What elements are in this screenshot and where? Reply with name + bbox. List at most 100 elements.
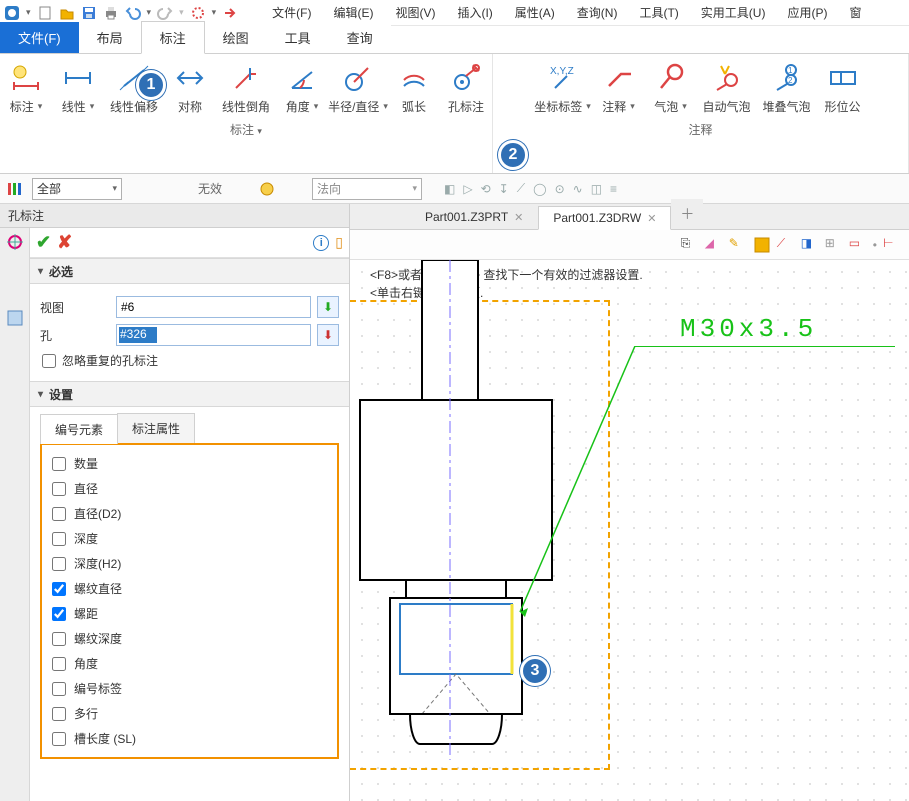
- tb-icon-3[interactable]: ⟲: [481, 182, 491, 196]
- drawing-canvas[interactable]: <F8>或者<Shift-roll> 查找下一个有效的过滤器设置. <单击右键>…: [350, 260, 909, 801]
- rbtn-linchamf[interactable]: 线性倒角: [216, 58, 276, 119]
- tab-tool[interactable]: 工具: [267, 22, 329, 53]
- ignore-duplicate-checkbox[interactable]: [42, 354, 56, 368]
- target-dropdown-icon[interactable]: ▾: [212, 7, 217, 18]
- section-settings[interactable]: 设置: [30, 381, 349, 407]
- rbtn-coord[interactable]: X,Y,Z 坐标标签: [533, 58, 593, 119]
- chk-pitch[interactable]: [52, 607, 66, 621]
- rbtn-angle[interactable]: 角度: [276, 58, 328, 119]
- menu-attr[interactable]: 属性(A): [507, 4, 563, 21]
- chk-dia[interactable]: [52, 482, 66, 496]
- tb-icon-6[interactable]: ◯: [533, 182, 546, 196]
- subtab-element[interactable]: 编号元素: [40, 414, 118, 444]
- cancel-button[interactable]: ✘: [57, 232, 72, 253]
- chk-depth2[interactable]: [52, 557, 66, 571]
- filter-pick-icon[interactable]: [258, 180, 276, 198]
- rbtn-arc[interactable]: 弧长: [388, 58, 440, 119]
- redo-icon[interactable]: [157, 5, 173, 21]
- chk-depth[interactable]: [52, 532, 66, 546]
- vt-eraser-icon[interactable]: ◢: [705, 236, 723, 254]
- target-icon[interactable]: [190, 5, 206, 21]
- menu-app[interactable]: 应用(P): [779, 4, 835, 21]
- vt-box-icon[interactable]: [753, 236, 771, 254]
- doc-tab-new[interactable]: ＋: [671, 199, 703, 229]
- filter-colors-icon[interactable]: [6, 180, 24, 198]
- tb-icon-9[interactable]: ◫: [591, 182, 602, 196]
- tb-icon-5[interactable]: ⟋: [517, 181, 525, 196]
- rbtn-sym[interactable]: 对称: [164, 58, 216, 119]
- chk-angle[interactable]: [52, 657, 66, 671]
- doc-tab-prt[interactable]: Part001.Z3PRT✕: [410, 205, 538, 229]
- chk-qty[interactable]: [52, 457, 66, 471]
- hole-pick-button[interactable]: ⬇: [317, 324, 339, 346]
- vt-icon-1[interactable]: ⎘: [681, 236, 699, 254]
- tb-icon-4[interactable]: ↧: [499, 182, 509, 196]
- vt-icon-6[interactable]: ◨: [801, 236, 819, 254]
- view-pick-button[interactable]: ⬇: [317, 296, 339, 318]
- close-icon[interactable]: ✕: [514, 211, 523, 224]
- menu-query[interactable]: 查询(N): [569, 4, 626, 21]
- chk-multi[interactable]: [52, 707, 66, 721]
- menu-util[interactable]: 实用工具(U): [693, 4, 774, 21]
- save-icon[interactable]: [81, 5, 97, 21]
- chk-slot[interactable]: [52, 732, 66, 746]
- view-input[interactable]: [116, 296, 311, 318]
- rbtn-autobal[interactable]: 自动气泡: [697, 58, 757, 119]
- menu-win[interactable]: 窗: [841, 4, 869, 21]
- print-icon[interactable]: [103, 5, 119, 21]
- menu-edit[interactable]: 编辑(E): [325, 4, 381, 21]
- new-icon[interactable]: [37, 5, 53, 21]
- tab-query[interactable]: 查询: [329, 22, 391, 53]
- tb-icon-8[interactable]: ∿: [573, 182, 583, 196]
- rbtn-note[interactable]: 注释: [593, 58, 645, 119]
- rbtn-dim[interactable]: 标注: [0, 58, 52, 119]
- info-icon[interactable]: i: [313, 235, 329, 251]
- doc-tab-drw[interactable]: Part001.Z3DRW✕: [538, 206, 671, 230]
- vt-icon-5[interactable]: ⟋: [777, 236, 795, 254]
- chk-thrdia[interactable]: [52, 582, 66, 596]
- chk-thrdepth[interactable]: [52, 632, 66, 646]
- tab-file[interactable]: 文件(F): [0, 22, 79, 53]
- tab-layout[interactable]: 布局: [79, 22, 141, 53]
- vt-icon-7[interactable]: ⊞: [825, 236, 843, 254]
- ok-button[interactable]: ✔: [36, 232, 51, 253]
- vt-icon-8[interactable]: ▭: [849, 236, 867, 254]
- tab-annotate[interactable]: 标注: [141, 21, 205, 54]
- hole-input[interactable]: [116, 324, 311, 346]
- side-icon-target[interactable]: [5, 232, 25, 252]
- vt-pencil-icon[interactable]: ✎: [729, 236, 747, 254]
- tab-draw[interactable]: 绘图: [205, 22, 267, 53]
- tb-icon-1[interactable]: ◧: [444, 182, 455, 196]
- rbtn-balloon[interactable]: 气泡: [645, 58, 697, 119]
- filter-scope-select[interactable]: 全部▾: [32, 178, 122, 200]
- menu-file[interactable]: 文件(F): [264, 4, 319, 21]
- hole-annotation-text: M30x3.5: [680, 314, 817, 344]
- chk-pitch-label: 螺距: [74, 605, 98, 622]
- menu-tools[interactable]: 工具(T): [631, 4, 686, 21]
- vt-icon-9[interactable]: ⊢: [883, 236, 901, 254]
- menu-view[interactable]: 视图(V): [387, 4, 443, 21]
- undo-dropdown-icon[interactable]: ▾: [147, 7, 152, 18]
- arrow-icon[interactable]: [222, 5, 238, 21]
- rbtn-raddia[interactable]: 半径/直径: [328, 58, 388, 119]
- rbtn-linear[interactable]: 线性: [52, 58, 104, 119]
- subtab-prop[interactable]: 标注属性: [117, 413, 195, 443]
- filter-direction-select[interactable]: 法向▾: [312, 178, 422, 200]
- tb-icon-7[interactable]: ⊙: [555, 182, 565, 196]
- open-icon[interactable]: [59, 5, 75, 21]
- rbtn-hole[interactable]: 孔标注: [440, 58, 492, 119]
- chk-dia2[interactable]: [52, 507, 66, 521]
- tb-play-icon[interactable]: ▷: [463, 182, 472, 196]
- rbtn-geotol[interactable]: 形位公: [817, 58, 869, 119]
- side-icon-sheet[interactable]: [5, 308, 25, 328]
- expand-icon[interactable]: ▯: [335, 234, 343, 251]
- section-required[interactable]: 必选: [30, 258, 349, 284]
- close-icon[interactable]: ✕: [647, 212, 656, 225]
- rbtn-stackbal[interactable]: 12 堆叠气泡: [757, 58, 817, 119]
- undo-icon[interactable]: [125, 5, 141, 21]
- redo-dropdown-icon[interactable]: ▾: [179, 7, 184, 18]
- tb-icon-10[interactable]: ≡: [610, 182, 617, 196]
- chk-label[interactable]: [52, 682, 66, 696]
- menu-insert[interactable]: 插入(I): [449, 4, 500, 21]
- qat-dropdown-icon[interactable]: ▾: [26, 7, 31, 18]
